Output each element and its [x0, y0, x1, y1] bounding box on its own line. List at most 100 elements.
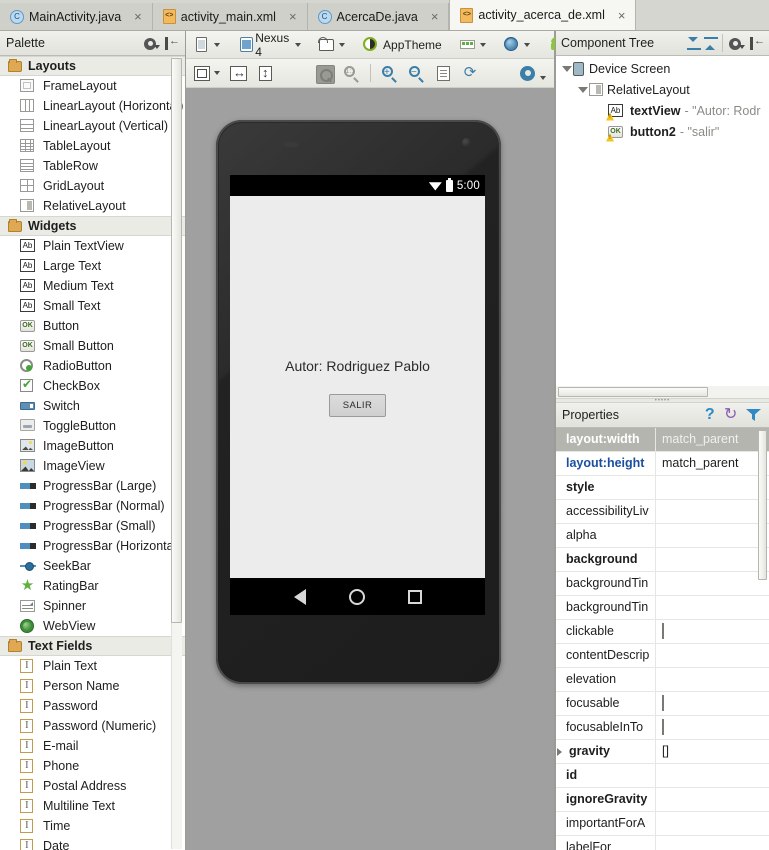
filter-icon[interactable]: [746, 408, 761, 422]
palette-group-layouts[interactable]: Layouts: [0, 56, 185, 76]
property-row-background[interactable]: background: [556, 548, 769, 572]
property-value[interactable]: [656, 788, 769, 811]
textview-autor[interactable]: Autor: Rodriguez Pablo: [285, 358, 430, 374]
chevron-down-icon[interactable]: [576, 83, 589, 96]
device-screen[interactable]: 5:00 Autor: Rodriguez Pablo SALIR: [230, 175, 485, 615]
close-icon[interactable]: ×: [616, 8, 628, 23]
palette-item-spinner[interactable]: Spinner: [0, 596, 185, 616]
property-row-gravity[interactable]: gravity []: [556, 740, 769, 764]
property-row-clickable[interactable]: clickable: [556, 620, 769, 644]
tree-node-button2[interactable]: button2 - "salir": [556, 121, 769, 142]
nav-home-icon[interactable]: [348, 588, 365, 605]
palette-item-tablerow[interactable]: TableRow: [0, 156, 185, 176]
property-row-focusableintouchmode[interactable]: focusableInTo: [556, 716, 769, 740]
property-value[interactable]: [656, 596, 769, 619]
property-value[interactable]: [656, 764, 769, 787]
palette-item-progressbar-small[interactable]: ProgressBar (Small): [0, 516, 185, 536]
palette-item-phone[interactable]: Phone: [0, 756, 185, 776]
palette-item-password-numeric[interactable]: Password (Numeric): [0, 716, 185, 736]
property-row-alpha[interactable]: alpha: [556, 524, 769, 548]
palette-item-imageview[interactable]: ImageView: [0, 456, 185, 476]
property-value[interactable]: match_parent: [656, 428, 769, 451]
palette-item-plain-textview[interactable]: Plain TextView: [0, 236, 185, 256]
tab-activity-acerca-de-xml[interactable]: activity_acerca_de.xml ×: [449, 0, 637, 30]
property-value[interactable]: [656, 812, 769, 835]
fit-all-button[interactable]: [191, 62, 223, 84]
app-content[interactable]: Autor: Rodriguez Pablo SALIR: [230, 196, 485, 578]
component-tree-hscroll-thumb[interactable]: [558, 387, 708, 397]
clickable-checkbox[interactable]: [662, 623, 664, 639]
property-value[interactable]: [656, 500, 769, 523]
palette-item-progressbar-horizontal[interactable]: ProgressBar (Horizontal): [0, 536, 185, 556]
palette-item-gridlayout[interactable]: GridLayout: [0, 176, 185, 196]
device-selector-button[interactable]: Nexus 4: [235, 31, 304, 59]
gear-icon[interactable]: [143, 35, 160, 52]
close-icon[interactable]: ×: [132, 9, 144, 24]
property-value[interactable]: [656, 476, 769, 499]
focusable-in-touch-mode-checkbox[interactable]: [662, 719, 664, 735]
component-tree[interactable]: Device Screen RelativeLayout textView - …: [556, 56, 769, 386]
palette-item-imagebutton[interactable]: ImageButton: [0, 436, 185, 456]
palette-group-text-fields[interactable]: Text Fields: [0, 636, 185, 656]
palette-item-small-button[interactable]: Small Button: [0, 336, 185, 356]
orientation-button[interactable]: [316, 34, 348, 56]
palette-item-button[interactable]: Button: [0, 316, 185, 336]
palette-item-ratingbar[interactable]: RatingBar: [0, 576, 185, 596]
palette-list[interactable]: Layouts FrameLayout LinearLayout (Horizo…: [0, 56, 185, 850]
property-value[interactable]: [656, 836, 769, 850]
palette-item-framelayout[interactable]: FrameLayout: [0, 76, 185, 96]
property-row-layout-height[interactable]: layout:height match_parent: [556, 452, 769, 476]
property-row-importantforaccessibility[interactable]: importantForA: [556, 812, 769, 836]
design-canvas[interactable]: 5:00 Autor: Rodriguez Pablo SALIR: [186, 88, 554, 850]
property-value[interactable]: [656, 548, 769, 571]
property-value[interactable]: [656, 644, 769, 667]
expand-all-icon[interactable]: [686, 36, 702, 51]
focusable-checkbox[interactable]: [662, 695, 664, 711]
palette-item-progressbar-normal[interactable]: ProgressBar (Normal): [0, 496, 185, 516]
palette-scrollbar-thumb[interactable]: [171, 58, 182, 623]
zoom-actual-button[interactable]: 1:1: [340, 62, 363, 84]
device-config-button[interactable]: [191, 34, 223, 56]
property-row-focusable[interactable]: focusable: [556, 692, 769, 716]
nav-back-icon[interactable]: [293, 588, 306, 605]
zoom-in-button[interactable]: +: [378, 62, 401, 84]
chevron-down-icon[interactable]: [560, 62, 573, 75]
tree-node-device-screen[interactable]: Device Screen: [556, 58, 769, 79]
component-tree-hscroll[interactable]: [556, 386, 769, 398]
device-preview[interactable]: 5:00 Autor: Rodriguez Pablo SALIR: [216, 120, 501, 684]
property-row-ignoregravity[interactable]: ignoreGravity: [556, 788, 769, 812]
palette-item-password[interactable]: Password: [0, 696, 185, 716]
palette-item-linearlayout-horizontal[interactable]: LinearLayout (Horizontal): [0, 96, 185, 116]
property-row-contentdescription[interactable]: contentDescrip: [556, 644, 769, 668]
palette-item-togglebutton[interactable]: ToggleButton: [0, 416, 185, 436]
close-icon[interactable]: ×: [287, 9, 299, 24]
property-row-backgroundtint[interactable]: backgroundTin: [556, 572, 769, 596]
properties-scrollbar-thumb[interactable]: [758, 430, 767, 580]
fit-width-button[interactable]: [227, 62, 250, 84]
palette-item-date[interactable]: Date: [0, 836, 185, 850]
palette-item-medium-text[interactable]: Medium Text: [0, 276, 185, 296]
palette-item-webview[interactable]: WebView: [0, 616, 185, 636]
property-value[interactable]: [656, 668, 769, 691]
palette-group-widgets[interactable]: Widgets: [0, 216, 185, 236]
property-row-backgroundtintmode[interactable]: backgroundTin: [556, 596, 769, 620]
palette-item-tablelayout[interactable]: TableLayout: [0, 136, 185, 156]
palette-item-seekbar[interactable]: SeekBar: [0, 556, 185, 576]
close-icon[interactable]: ×: [429, 9, 441, 24]
render-log-button[interactable]: [432, 62, 455, 84]
properties-table[interactable]: layout:width match_parent layout:height …: [556, 428, 769, 850]
palette-item-email[interactable]: E-mail: [0, 736, 185, 756]
theme-selector-button[interactable]: AppTheme: [360, 34, 445, 56]
palette-item-progressbar-large[interactable]: ProgressBar (Large): [0, 476, 185, 496]
language-selector-button[interactable]: [501, 34, 533, 56]
refresh-button[interactable]: [459, 62, 482, 84]
fit-height-button[interactable]: [254, 62, 277, 84]
settings-button[interactable]: [517, 62, 549, 84]
button-salir[interactable]: SALIR: [329, 393, 386, 417]
zoom-out-button[interactable]: −: [405, 62, 428, 84]
help-icon[interactable]: ?: [705, 407, 715, 423]
collapse-panel-icon[interactable]: [165, 35, 180, 50]
property-row-style[interactable]: style: [556, 476, 769, 500]
tree-node-textview[interactable]: textView - "Autor: Rodr: [556, 100, 769, 121]
palette-item-person-name[interactable]: Person Name: [0, 676, 185, 696]
